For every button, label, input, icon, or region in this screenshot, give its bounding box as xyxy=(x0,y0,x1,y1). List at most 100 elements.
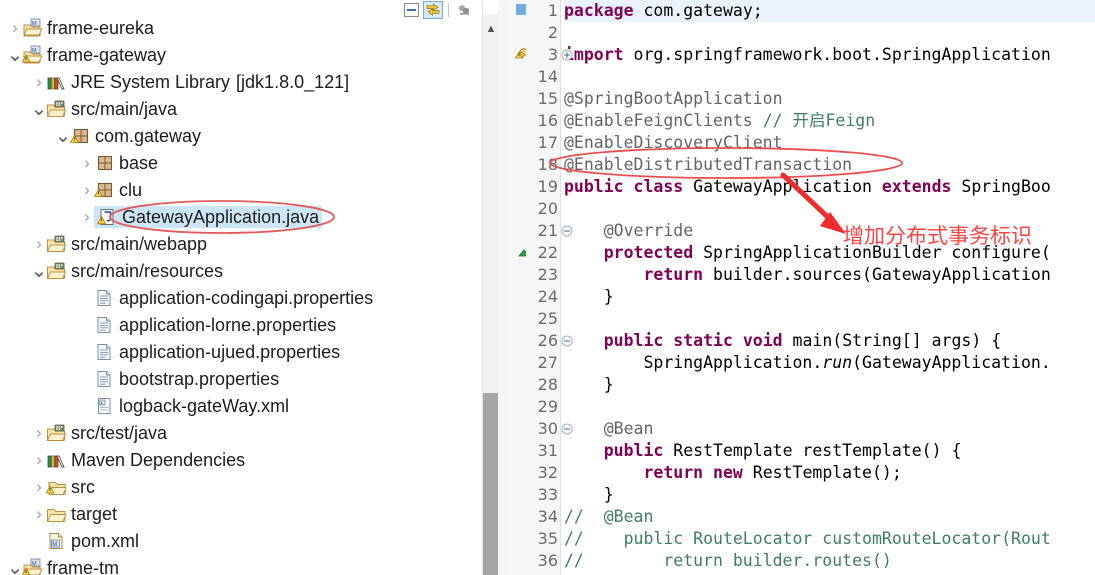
line-number: 25 xyxy=(537,309,558,328)
chevron-right-icon[interactable]: › xyxy=(80,176,94,203)
tree-item-maven-dependencies[interactable]: › Maven Dependencies xyxy=(0,446,470,473)
scroll-up-arrow-icon[interactable]: ▲ xyxy=(483,20,499,38)
code-line[interactable]: } xyxy=(564,286,614,308)
code-token: RestTemplate restTemplate() { xyxy=(663,441,962,460)
tree-item-content: application-ujued.properties xyxy=(94,342,340,362)
tree-item-target[interactable]: › target xyxy=(0,500,470,527)
tree-item-frame-eureka[interactable]: › Mframe-eureka xyxy=(0,14,470,41)
code-token: @Override xyxy=(564,221,694,240)
chevron-right-icon[interactable]: › xyxy=(80,203,94,230)
svg-text:M: M xyxy=(52,542,57,548)
line-number: 2 xyxy=(547,23,558,42)
code-token: // @Bean xyxy=(564,507,654,526)
properties-file-icon xyxy=(94,315,114,335)
code-line[interactable]: import org.springframework.boot.SpringAp… xyxy=(564,44,1051,66)
code-line[interactable]: // @Bean xyxy=(564,506,653,528)
code-line[interactable]: public static void main(String[] args) { xyxy=(564,330,1001,352)
code-line[interactable]: return new RestTemplate(); xyxy=(564,462,901,484)
scrollbar-thumb[interactable] xyxy=(483,393,499,575)
tree-item-application-codingapi-properties[interactable]: application-codingapi.properties xyxy=(0,284,470,311)
tree-item-base[interactable]: › base xyxy=(0,149,470,176)
code-token: // return builder.routes() xyxy=(564,551,892,570)
chevron-right-icon[interactable]: › xyxy=(32,446,46,473)
line-number: 24 xyxy=(537,287,558,306)
code-token: class xyxy=(633,177,684,196)
code-token: @SpringBootApplication xyxy=(564,89,783,108)
chevron-right-icon[interactable]: › xyxy=(32,500,46,527)
chevron-right-icon[interactable]: › xyxy=(32,419,46,446)
code-token: return xyxy=(643,265,704,284)
tree-item-src-main-java[interactable]: ⌄ src/main/java xyxy=(0,95,470,122)
code-token: SpringApplication. xyxy=(564,353,823,372)
fold-collapse-icon[interactable] xyxy=(561,330,575,352)
line-number: 3 xyxy=(547,45,558,64)
tree-item-logback-gateway-xml[interactable]: x logback-gateWay.xml xyxy=(0,392,470,419)
code-line[interactable]: SpringApplication.run(GatewayApplication… xyxy=(564,352,1050,374)
code-line[interactable]: @EnableFeignClients // 开启Feign xyxy=(564,110,875,132)
tree-item-src-main-resources[interactable]: ⌄ src/main/resources xyxy=(0,257,470,284)
code-line[interactable]: @Override xyxy=(564,220,693,242)
tree-item-content: src/test/java xyxy=(46,423,167,443)
svg-text:M: M xyxy=(32,21,37,27)
code-line[interactable]: public RestTemplate restTemplate() { xyxy=(564,440,962,462)
tree-item-bootstrap-properties[interactable]: bootstrap.properties xyxy=(0,365,470,392)
code-line[interactable]: return builder.sources(GatewayApplicatio… xyxy=(564,264,1050,286)
tree-item-content: application-codingapi.properties xyxy=(94,288,373,308)
tree-item-label: frame-eureka xyxy=(47,17,155,38)
chevron-right-icon[interactable]: › xyxy=(32,68,46,95)
tree-item-com-gateway[interactable]: ⌄ com.gateway xyxy=(0,122,470,149)
code-line[interactable]: @SpringBootApplication xyxy=(564,88,783,110)
svg-text:M: M xyxy=(32,48,37,54)
explorer-vertical-scrollbar[interactable]: ▲ xyxy=(482,0,499,575)
chevron-right-icon[interactable]: › xyxy=(80,149,94,176)
code-token: } xyxy=(564,485,614,504)
project-tree[interactable]: › Mframe-eureka ⌄ Mframe-gateway › JRE System… xyxy=(0,14,470,575)
package-warning-icon xyxy=(70,126,90,146)
chevron-down-icon[interactable]: ⌄ xyxy=(7,554,24,575)
code-token: GatewayApplication xyxy=(683,177,882,196)
package-warning-icon xyxy=(94,180,114,200)
tree-item-pom-xml[interactable]: Mpom.xml xyxy=(0,527,470,554)
properties-file-icon xyxy=(94,369,114,389)
code-line[interactable]: @EnableDiscoveryClient xyxy=(564,132,783,154)
chevron-down-icon[interactable]: ⌄ xyxy=(31,257,48,284)
code-line[interactable]: public class GatewayApplication extends … xyxy=(564,176,1051,198)
code-line[interactable]: @Bean xyxy=(564,418,654,440)
fold-expand-icon[interactable] xyxy=(561,44,575,66)
chevron-right-icon[interactable]: › xyxy=(8,14,22,41)
line-number: 23 xyxy=(537,265,558,284)
chevron-right-icon[interactable]: › xyxy=(32,230,46,257)
chevron-down-icon[interactable]: ⌄ xyxy=(55,122,72,149)
tree-item-frame-gateway[interactable]: ⌄ Mframe-gateway xyxy=(0,41,470,68)
code-line[interactable]: // return builder.routes() xyxy=(564,550,892,572)
editor-code-area[interactable]: package com.gateway; import org.springfra… xyxy=(564,0,1095,575)
code-line[interactable]: package com.gateway; xyxy=(564,0,763,22)
tree-item-content: base xyxy=(94,153,158,173)
fold-collapse-icon[interactable] xyxy=(561,220,575,242)
line-number: 30 xyxy=(537,419,558,438)
tree-item-application-lorne-properties[interactable]: application-lorne.properties xyxy=(0,311,470,338)
code-line[interactable]: // public RouteLocator customRouteLocato… xyxy=(564,528,1051,550)
tree-item-label: target xyxy=(71,503,118,524)
chevron-right-icon[interactable]: › xyxy=(32,473,46,500)
tree-item-src-test-java[interactable]: › src/test/java xyxy=(0,419,470,446)
tree-item-jre-system-library[interactable]: › JRE System Library [jdk1.8.0_121] xyxy=(0,68,470,95)
line-number: 28 xyxy=(537,375,558,394)
line-number: 14 xyxy=(537,67,558,86)
code-line[interactable]: } xyxy=(564,374,614,396)
chevron-down-icon[interactable]: ⌄ xyxy=(31,95,48,122)
tree-item-clu[interactable]: › clu xyxy=(0,176,470,203)
tree-item-gatewayapplication-java[interactable]: › GatewayApplication.java xyxy=(0,203,470,230)
tree-item-application-ujued-properties[interactable]: application-ujued.properties xyxy=(0,338,470,365)
code-line[interactable]: @EnableDistributedTransaction xyxy=(564,154,852,176)
tree-item-label: bootstrap.properties xyxy=(119,368,280,389)
code-token: // 开启Feign xyxy=(762,111,876,130)
tree-item-src-main-webapp[interactable]: › src/main/webapp xyxy=(0,230,470,257)
tree-item-frame-tm[interactable]: ⌄ Mframe-tm xyxy=(0,554,470,575)
code-line[interactable]: } xyxy=(564,484,614,506)
fold-collapse-icon[interactable] xyxy=(561,418,575,440)
tree-item-src[interactable]: › src xyxy=(0,473,470,500)
tree-item-label: src/main/resources xyxy=(71,260,224,281)
chevron-down-icon[interactable]: ⌄ xyxy=(7,41,24,68)
java-source-editor[interactable]: 1 2 3 14 15 16 17 18 19 20 21 22 23 24 25 26 27 28 29 30 31 3… xyxy=(498,0,1095,575)
